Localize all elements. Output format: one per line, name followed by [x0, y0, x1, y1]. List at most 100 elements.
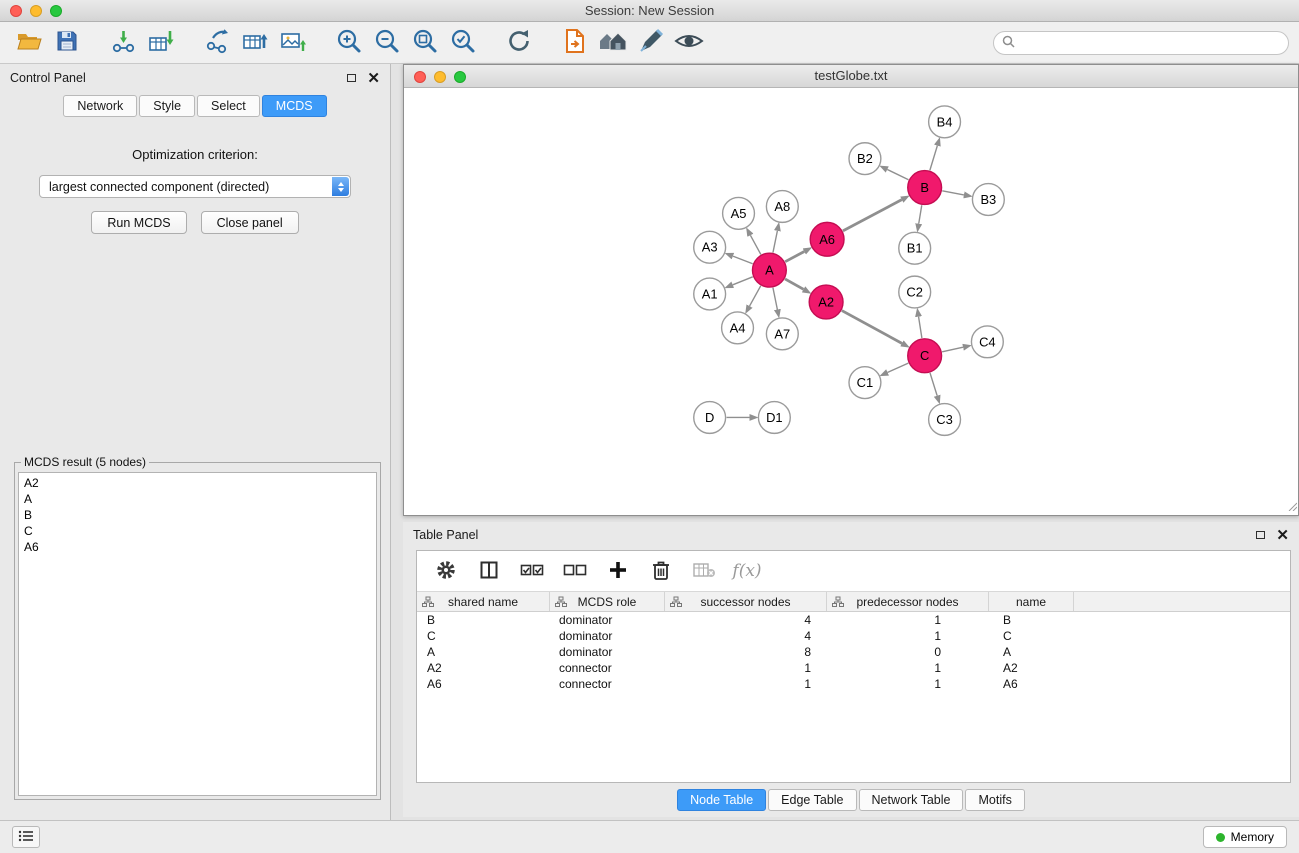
table-row[interactable]: A6connector11A6 — [417, 676, 1290, 692]
delete-row-button[interactable] — [644, 554, 678, 588]
export-table-icon — [241, 28, 269, 57]
graph-edge-C-C1[interactable] — [888, 363, 909, 372]
mcds-result-list[interactable]: A2ABCA6 — [18, 472, 377, 796]
search-input[interactable] — [1020, 36, 1280, 50]
float-panel-icon[interactable] — [347, 74, 356, 82]
graph-edge-B-B2[interactable] — [887, 169, 908, 179]
task-history-button[interactable] — [12, 826, 40, 848]
table-cell: 1 — [827, 676, 989, 692]
float-table-panel-icon[interactable] — [1256, 531, 1265, 539]
column-visibility-button[interactable] — [472, 554, 506, 588]
network-overview-icon — [598, 29, 628, 56]
open-document-button[interactable] — [556, 24, 594, 62]
table-row[interactable]: Adominator80A — [417, 644, 1290, 660]
import-network-button[interactable] — [104, 24, 142, 62]
close-window-button[interactable] — [10, 5, 22, 17]
network-overview-button[interactable] — [594, 24, 632, 62]
table-row[interactable]: Cdominator41C — [417, 628, 1290, 644]
zoom-out-button[interactable] — [368, 24, 406, 62]
graph-edge-A-A4[interactable] — [750, 286, 761, 306]
open-file-icon — [16, 29, 42, 56]
tab-network-table[interactable]: Network Table — [859, 789, 964, 811]
graph-edge-A-A8[interactable] — [773, 231, 777, 253]
graph-edge-B-B1[interactable] — [919, 205, 922, 223]
run-mcds-button[interactable]: Run MCDS — [91, 211, 186, 234]
graph-edge-C-C2[interactable] — [919, 317, 922, 338]
open-file-button[interactable] — [10, 24, 48, 62]
close-panel-icon[interactable]: ✕ — [367, 71, 380, 86]
close-panel-button[interactable]: Close panel — [201, 211, 299, 234]
tab-style[interactable]: Style — [139, 95, 195, 117]
import-table-button[interactable] — [142, 24, 180, 62]
export-table-button[interactable] — [236, 24, 274, 62]
mcds-result-item[interactable]: A6 — [24, 539, 371, 555]
graph-edge-A-A5[interactable] — [750, 235, 760, 254]
apply-layout-button[interactable] — [500, 24, 538, 62]
graph-edge-A6-B[interactable] — [843, 200, 902, 231]
node-table-body[interactable]: Bdominator41BCdominator41CAdominator80AA… — [417, 612, 1290, 782]
network-window-titlebar[interactable]: testGlobe.txt — [404, 65, 1298, 88]
table-settings-button[interactable] — [429, 554, 463, 588]
window-resize-grip[interactable] — [1287, 499, 1297, 514]
network-zoom-button[interactable] — [454, 71, 466, 83]
table-cell: dominator — [550, 628, 665, 644]
birds-eye-view-button[interactable] — [670, 24, 708, 62]
table-panel-box: f(x) shared name — [416, 550, 1291, 783]
memory-button[interactable]: Memory — [1203, 826, 1287, 848]
column-type-icon — [832, 596, 844, 611]
tab-motifs[interactable]: Motifs — [965, 789, 1024, 811]
zoom-selected-button[interactable] — [444, 24, 482, 62]
level-of-detail-button[interactable] — [632, 24, 670, 62]
select-all-button[interactable] — [515, 554, 549, 588]
graph-edge-A-A2[interactable] — [785, 279, 804, 289]
export-network-button[interactable] — [198, 24, 236, 62]
table-row[interactable]: Bdominator41B — [417, 612, 1290, 628]
column-header-shared-name[interactable]: shared name — [417, 592, 550, 611]
graph-node-label: B3 — [980, 192, 996, 207]
mcds-result-item[interactable]: C — [24, 523, 371, 539]
close-table-panel-icon[interactable]: ✕ — [1276, 528, 1289, 543]
column-header-name[interactable]: name — [989, 592, 1074, 611]
graph-edge-A2-C[interactable] — [842, 311, 902, 344]
column-header-predecessor-nodes[interactable]: predecessor nodes — [827, 592, 989, 611]
graph-edge-A-A1[interactable] — [733, 277, 753, 285]
tab-select[interactable]: Select — [197, 95, 260, 117]
network-canvas[interactable]: AA1A2A3A4A5A6A7A8BB1B2B3B4CC1C2C3C4DD1 — [404, 88, 1298, 515]
function-builder-button[interactable]: f(x) — [730, 554, 764, 588]
network-close-button[interactable] — [414, 71, 426, 83]
delete-table-button[interactable] — [687, 554, 721, 588]
zoom-in-button[interactable] — [330, 24, 368, 62]
tab-node-table[interactable]: Node Table — [677, 789, 766, 811]
mcds-result-item[interactable]: B — [24, 507, 371, 523]
tab-edge-table[interactable]: Edge Table — [768, 789, 856, 811]
graph-edge-B-B3[interactable] — [942, 191, 964, 195]
delete-row-icon — [651, 559, 671, 584]
deselect-all-button[interactable] — [558, 554, 592, 588]
graph-edge-C-C3[interactable] — [930, 373, 937, 396]
zoom-selected-icon — [449, 27, 477, 58]
minimize-window-button[interactable] — [30, 5, 42, 17]
save-session-button[interactable] — [48, 24, 86, 62]
network-minimize-button[interactable] — [434, 71, 446, 83]
fullscreen-window-button[interactable] — [50, 5, 62, 17]
add-row-button[interactable] — [601, 554, 635, 588]
zoom-fit-button[interactable] — [406, 24, 444, 62]
column-header-successor-nodes[interactable]: successor nodes — [665, 592, 827, 611]
criterion-dropdown[interactable]: largest connected component (directed) — [39, 175, 351, 198]
graph-edge-A-A7[interactable] — [773, 288, 777, 310]
table-cell: connector — [550, 660, 665, 676]
export-image-button[interactable] — [274, 24, 312, 62]
mcds-result-item[interactable]: A2 — [24, 475, 371, 491]
search-box[interactable] — [993, 31, 1289, 55]
graph-edge-C-C4[interactable] — [942, 347, 963, 352]
mcds-result-item[interactable]: A — [24, 491, 371, 507]
graph-edge-A-A3[interactable] — [733, 256, 753, 264]
mcds-result-box: MCDS result (5 nodes) A2ABCA6 — [14, 455, 381, 800]
table-row[interactable]: A2connector11A2 — [417, 660, 1290, 676]
graph-node-label: B — [920, 180, 929, 195]
graph-edge-B-B4[interactable] — [930, 146, 937, 171]
tab-mcds[interactable]: MCDS — [262, 95, 327, 117]
column-header-mcds-role[interactable]: MCDS role — [550, 592, 665, 611]
tab-network[interactable]: Network — [63, 95, 137, 117]
graph-edge-A-A6[interactable] — [785, 251, 804, 261]
